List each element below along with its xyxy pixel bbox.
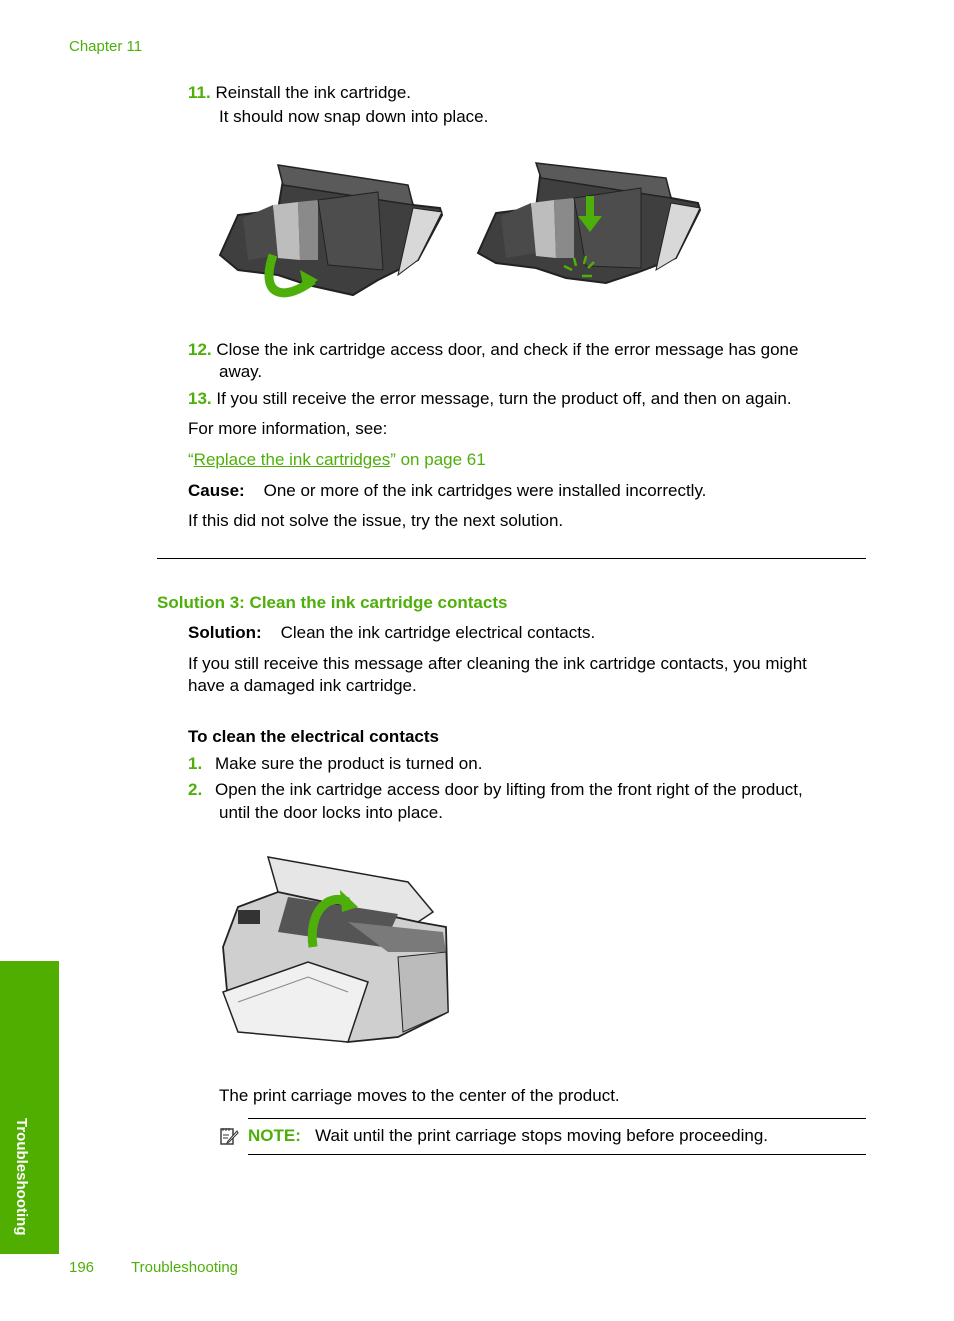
note-top-rule: [248, 1118, 866, 1119]
cause-label: Cause:: [188, 481, 245, 500]
procedure-step-2: 2. Open the ink cartridge access door by …: [188, 779, 803, 801]
step-text: Open the ink cartridge access door by li…: [215, 780, 803, 799]
step-text: Close the ink cartridge access door, and…: [216, 340, 799, 359]
step-11-subtext: It should now snap down into place.: [219, 107, 489, 126]
step-text: Reinstall the ink cartridge.: [215, 83, 412, 102]
step-13: 13. If you still receive the error messa…: [188, 388, 792, 410]
page-reference: ” on page 61: [390, 450, 486, 469]
procedure-step-2-continued: until the door locks into place.: [219, 803, 443, 822]
procedure-title: To clean the electrical contacts: [188, 727, 439, 746]
footer-section: Troubleshooting: [131, 1259, 239, 1276]
solution-text: Clean the ink cartridge electrical conta…: [280, 623, 596, 642]
note-bottom-rule: [248, 1154, 866, 1155]
step-12-continued: away.: [219, 362, 263, 381]
step-number: 13.: [188, 389, 212, 408]
cartridge-install-figure-left: [218, 164, 444, 298]
chapter-header: Chapter 11: [69, 38, 143, 55]
damaged-cartridge-para-line1: If you still receive this message after …: [188, 654, 807, 673]
next-solution-text: If this did not solve the issue, try the…: [188, 511, 564, 530]
step-text: Make sure the product is turned on.: [215, 754, 483, 773]
note-label: NOTE:: [248, 1126, 301, 1145]
solution-line: Solution: Clean the ink cartridge electr…: [188, 622, 595, 644]
cartridge-install-figure-right: [476, 162, 702, 285]
solution-label: Solution:: [188, 623, 262, 642]
procedure-step-1: 1. Make sure the product is turned on.: [188, 753, 482, 775]
page-number: 196: [69, 1259, 95, 1276]
step-12: 12. Close the ink cartridge access door,…: [188, 339, 798, 361]
printer-open-door-figure: [222, 856, 449, 1043]
section-side-tab-label: Troubleshooting: [13, 1118, 30, 1236]
section-divider: [157, 558, 866, 559]
step-11: 11. Reinstall the ink cartridge.: [188, 82, 411, 104]
more-info-label: For more information, see:: [188, 419, 388, 438]
step-text: If you still receive the error message, …: [216, 389, 792, 408]
replace-ink-cartridges-link[interactable]: Replace the ink cartridges: [194, 450, 391, 469]
damaged-cartridge-para-line2: have a damaged ink cartridge.: [188, 676, 417, 695]
step-number: 2.: [188, 780, 203, 799]
solution-3-heading: Solution 3: Clean the ink cartridge cont…: [157, 593, 508, 612]
more-info-reference: “Replace the ink cartridges” on page 61: [188, 449, 486, 471]
cause-line: Cause: One or more of the ink cartridges…: [188, 480, 706, 502]
carriage-moves-text: The print carriage moves to the center o…: [219, 1086, 620, 1105]
note: NOTE: Wait until the print carriage stop…: [248, 1125, 768, 1147]
note-icon: [220, 1128, 239, 1145]
step-number: 11.: [188, 83, 211, 102]
note-text: Wait until the print carriage stops movi…: [315, 1126, 769, 1145]
step-number: 1.: [188, 754, 203, 773]
cause-text: One or more of the ink cartridges were i…: [263, 481, 707, 500]
step-number: 12.: [188, 340, 212, 359]
